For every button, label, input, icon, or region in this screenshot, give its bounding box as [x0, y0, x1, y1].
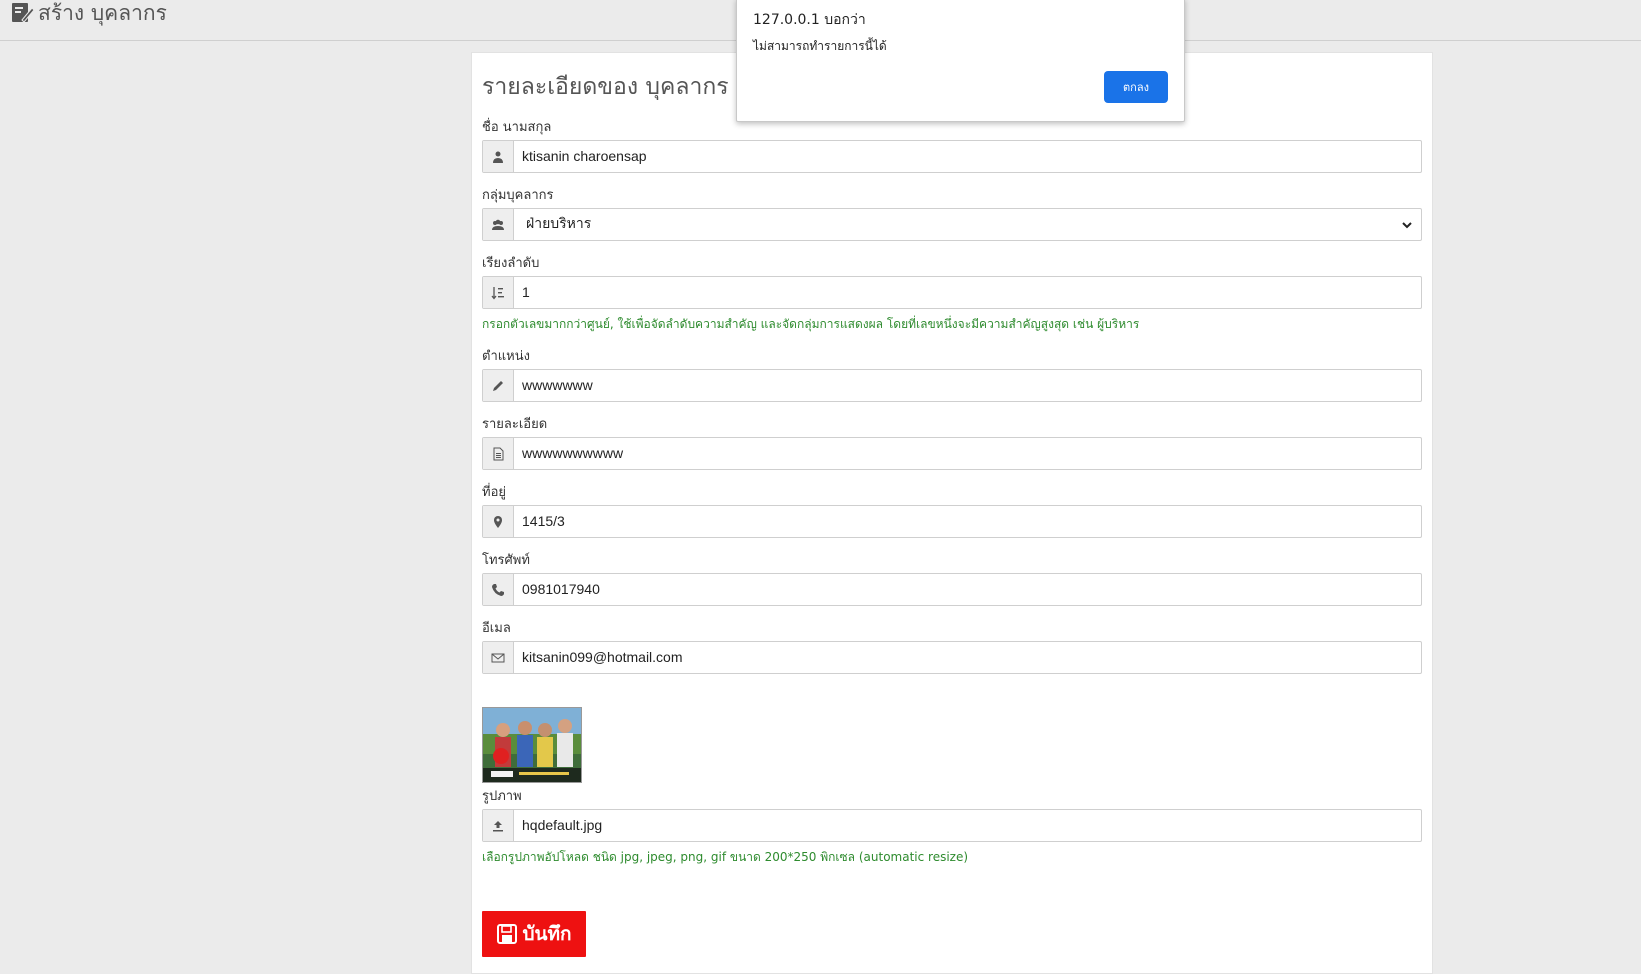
phone-input-group: 0981017940 [482, 573, 1422, 606]
position-input-group: wwwwwww [482, 369, 1422, 402]
order-input[interactable]: 1 [514, 277, 1421, 308]
address-input-group: 1415/3 [482, 505, 1422, 538]
name-input-group: ktisanin charoensap [482, 140, 1422, 173]
save-floppy-icon [497, 924, 518, 944]
detail-input-group: wwwwwwwwww [482, 437, 1422, 470]
email-label: อีเมล [482, 621, 511, 636]
user-icon [483, 141, 514, 172]
group-label: กลุ่มบุคลากร [482, 188, 554, 203]
image-input-group: hqdefault.jpg [482, 809, 1422, 842]
address-label: ที่อยู่ [482, 485, 506, 500]
position-label: ตำแหน่ง [482, 349, 530, 364]
email-input-group: kitsanin099@hotmail.com [482, 641, 1422, 674]
detail-label: รายละเอียด [482, 417, 548, 432]
field-email: อีเมล kitsanin099@hotmail.com [482, 620, 1422, 674]
sort-numeric-icon [483, 277, 514, 308]
group-input-group: ฝ่ายบริหาร [482, 208, 1422, 241]
name-input[interactable]: ktisanin charoensap [514, 141, 1421, 172]
dialog-ok-button[interactable]: ตกลง [1104, 71, 1168, 103]
map-marker-icon [483, 506, 514, 537]
pencil-icon [483, 370, 514, 401]
order-input-group: 1 [482, 276, 1422, 309]
image-file-input[interactable]: hqdefault.jpg [514, 810, 1421, 841]
field-group: กลุ่มบุคลากร ฝ่ายบริหาร [482, 187, 1422, 241]
users-icon [483, 209, 514, 240]
form-title: รายละเอียดของ บุคลากร [482, 74, 729, 100]
page-title: สร้าง บุคลากร [38, 1, 167, 25]
image-help-text: เลือกรูปภาพอัปโหลด ชนิด jpg, jpeg, png, … [482, 850, 969, 864]
envelope-icon [483, 642, 514, 673]
field-order: เรียงลำดับ 1 กรอกตัวเลขมากกว่าศูนย์, ใช้… [482, 255, 1422, 334]
dialog-title: 127.0.0.1 บอกว่า [753, 12, 866, 28]
alert-dialog: 127.0.0.1 บอกว่า ไม่สามารถทำรายการนี้ได้… [736, 0, 1185, 122]
field-detail: รายละเอียด wwwwwwwwww [482, 416, 1422, 470]
field-address: ที่อยู่ 1415/3 [482, 484, 1422, 538]
image-preview [482, 707, 582, 783]
group-select-value: ฝ่ายบริหาร [526, 216, 592, 232]
image-label: รูปภาพ [482, 789, 522, 804]
document-icon [483, 438, 514, 469]
image-preview-picture [483, 708, 581, 782]
chevron-down-icon [1402, 222, 1412, 229]
email-input[interactable]: kitsanin099@hotmail.com [514, 642, 1421, 673]
field-image: รูปภาพ hqdefault.jpg เลือกรูปภาพอัปโหลด … [482, 788, 1422, 867]
edit-document-icon [12, 3, 34, 23]
phone-label: โทรศัพท์ [482, 553, 530, 568]
order-label: เรียงลำดับ [482, 256, 540, 271]
save-button-label: บันทึก [522, 923, 572, 945]
save-button[interactable]: บันทึก [482, 911, 586, 957]
field-name: ชื่อ นามสกุล ktisanin charoensap [482, 119, 1422, 173]
dialog-message: ไม่สามารถทำรายการนี้ได้ [753, 39, 887, 53]
field-position: ตำแหน่ง wwwwwww [482, 348, 1422, 402]
phone-icon [483, 574, 514, 605]
upload-icon [483, 810, 514, 841]
detail-input[interactable]: wwwwwwwwww [514, 438, 1421, 469]
position-input[interactable]: wwwwwww [514, 370, 1421, 401]
phone-input[interactable]: 0981017940 [514, 574, 1421, 605]
group-select[interactable]: ฝ่ายบริหาร [514, 209, 1421, 240]
order-help-text: กรอกตัวเลขมากกว่าศูนย์, ใช้เพื่อจัดลำดับ… [482, 317, 1140, 331]
field-phone: โทรศัพท์ 0981017940 [482, 552, 1422, 606]
form-card: รายละเอียดของ บุคลากร ชื่อ นามสกุล ktisa… [471, 52, 1433, 974]
address-input[interactable]: 1415/3 [514, 506, 1421, 537]
